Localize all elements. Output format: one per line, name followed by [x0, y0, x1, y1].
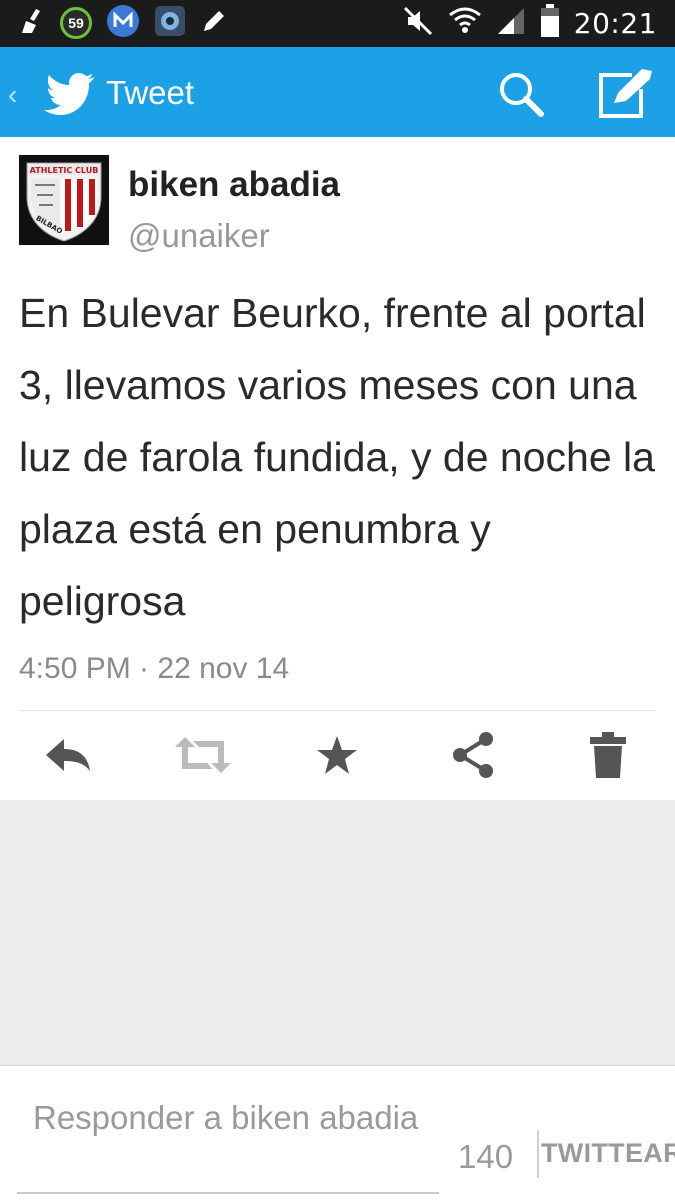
favorite-icon — [317, 736, 357, 774]
reply-icon — [46, 739, 90, 771]
status-clock: 20:21 — [573, 6, 657, 40]
speed-badge-icon: 59 — [60, 7, 92, 39]
reply-button[interactable] — [40, 727, 96, 783]
cell-signal-icon — [496, 6, 526, 41]
retweet-button[interactable] — [175, 727, 231, 783]
tweet-card: ATHLETIC CLUB BILBAO biken abadia @unaik… — [0, 137, 675, 800]
retweet-icon — [175, 737, 231, 773]
app-bar: ‹ Tweet — [0, 47, 675, 137]
reply-input[interactable] — [17, 1088, 439, 1194]
camera-app-icon — [154, 5, 186, 42]
char-count: 140 — [458, 1138, 514, 1175]
favorite-button[interactable] — [309, 727, 365, 783]
svg-text:ATHLETIC CLUB: ATHLETIC CLUB — [30, 166, 99, 175]
search-icon — [500, 73, 544, 117]
divider — [19, 710, 656, 711]
tweet-text: En Bulevar Beurko, frente al portal 3, l… — [19, 290, 655, 624]
compose-icon — [599, 69, 652, 118]
status-icons-left: 59 — [18, 4, 228, 43]
status-icons-right: 20:21 — [402, 3, 657, 43]
search-button[interactable] — [496, 69, 546, 119]
athletic-club-crest-icon: ATHLETIC CLUB BILBAO — [19, 155, 109, 245]
share-button[interactable] — [445, 727, 501, 783]
user-handle[interactable]: @unaiker — [128, 217, 270, 255]
back-chevron-icon[interactable]: ‹ — [8, 79, 17, 111]
compose-button[interactable] — [596, 67, 654, 121]
tweet-timestamp: 4:50 PM · 22 nov 14 — [19, 652, 290, 685]
delete-icon — [590, 732, 626, 778]
wifi-icon — [448, 5, 482, 42]
share-icon — [453, 732, 493, 778]
page-title: Tweet — [106, 74, 195, 111]
tweet-button[interactable]: TWITTEAR — [541, 1138, 675, 1169]
pencil-icon — [200, 7, 228, 40]
tweet-actions — [0, 727, 675, 787]
battery-icon — [540, 3, 560, 43]
twitter-bird-icon[interactable] — [44, 71, 96, 120]
signal-m-icon — [106, 4, 140, 43]
reply-bar: 140 TWITTEAR — [0, 1065, 675, 1200]
mute-icon — [402, 5, 434, 42]
broom-icon — [18, 7, 46, 40]
delete-button[interactable] — [580, 727, 636, 783]
user-name[interactable]: biken abadia — [128, 165, 340, 205]
status-bar: 59 20:21 — [0, 0, 675, 47]
divider — [537, 1130, 539, 1178]
avatar[interactable]: ATHLETIC CLUB BILBAO — [19, 155, 109, 245]
